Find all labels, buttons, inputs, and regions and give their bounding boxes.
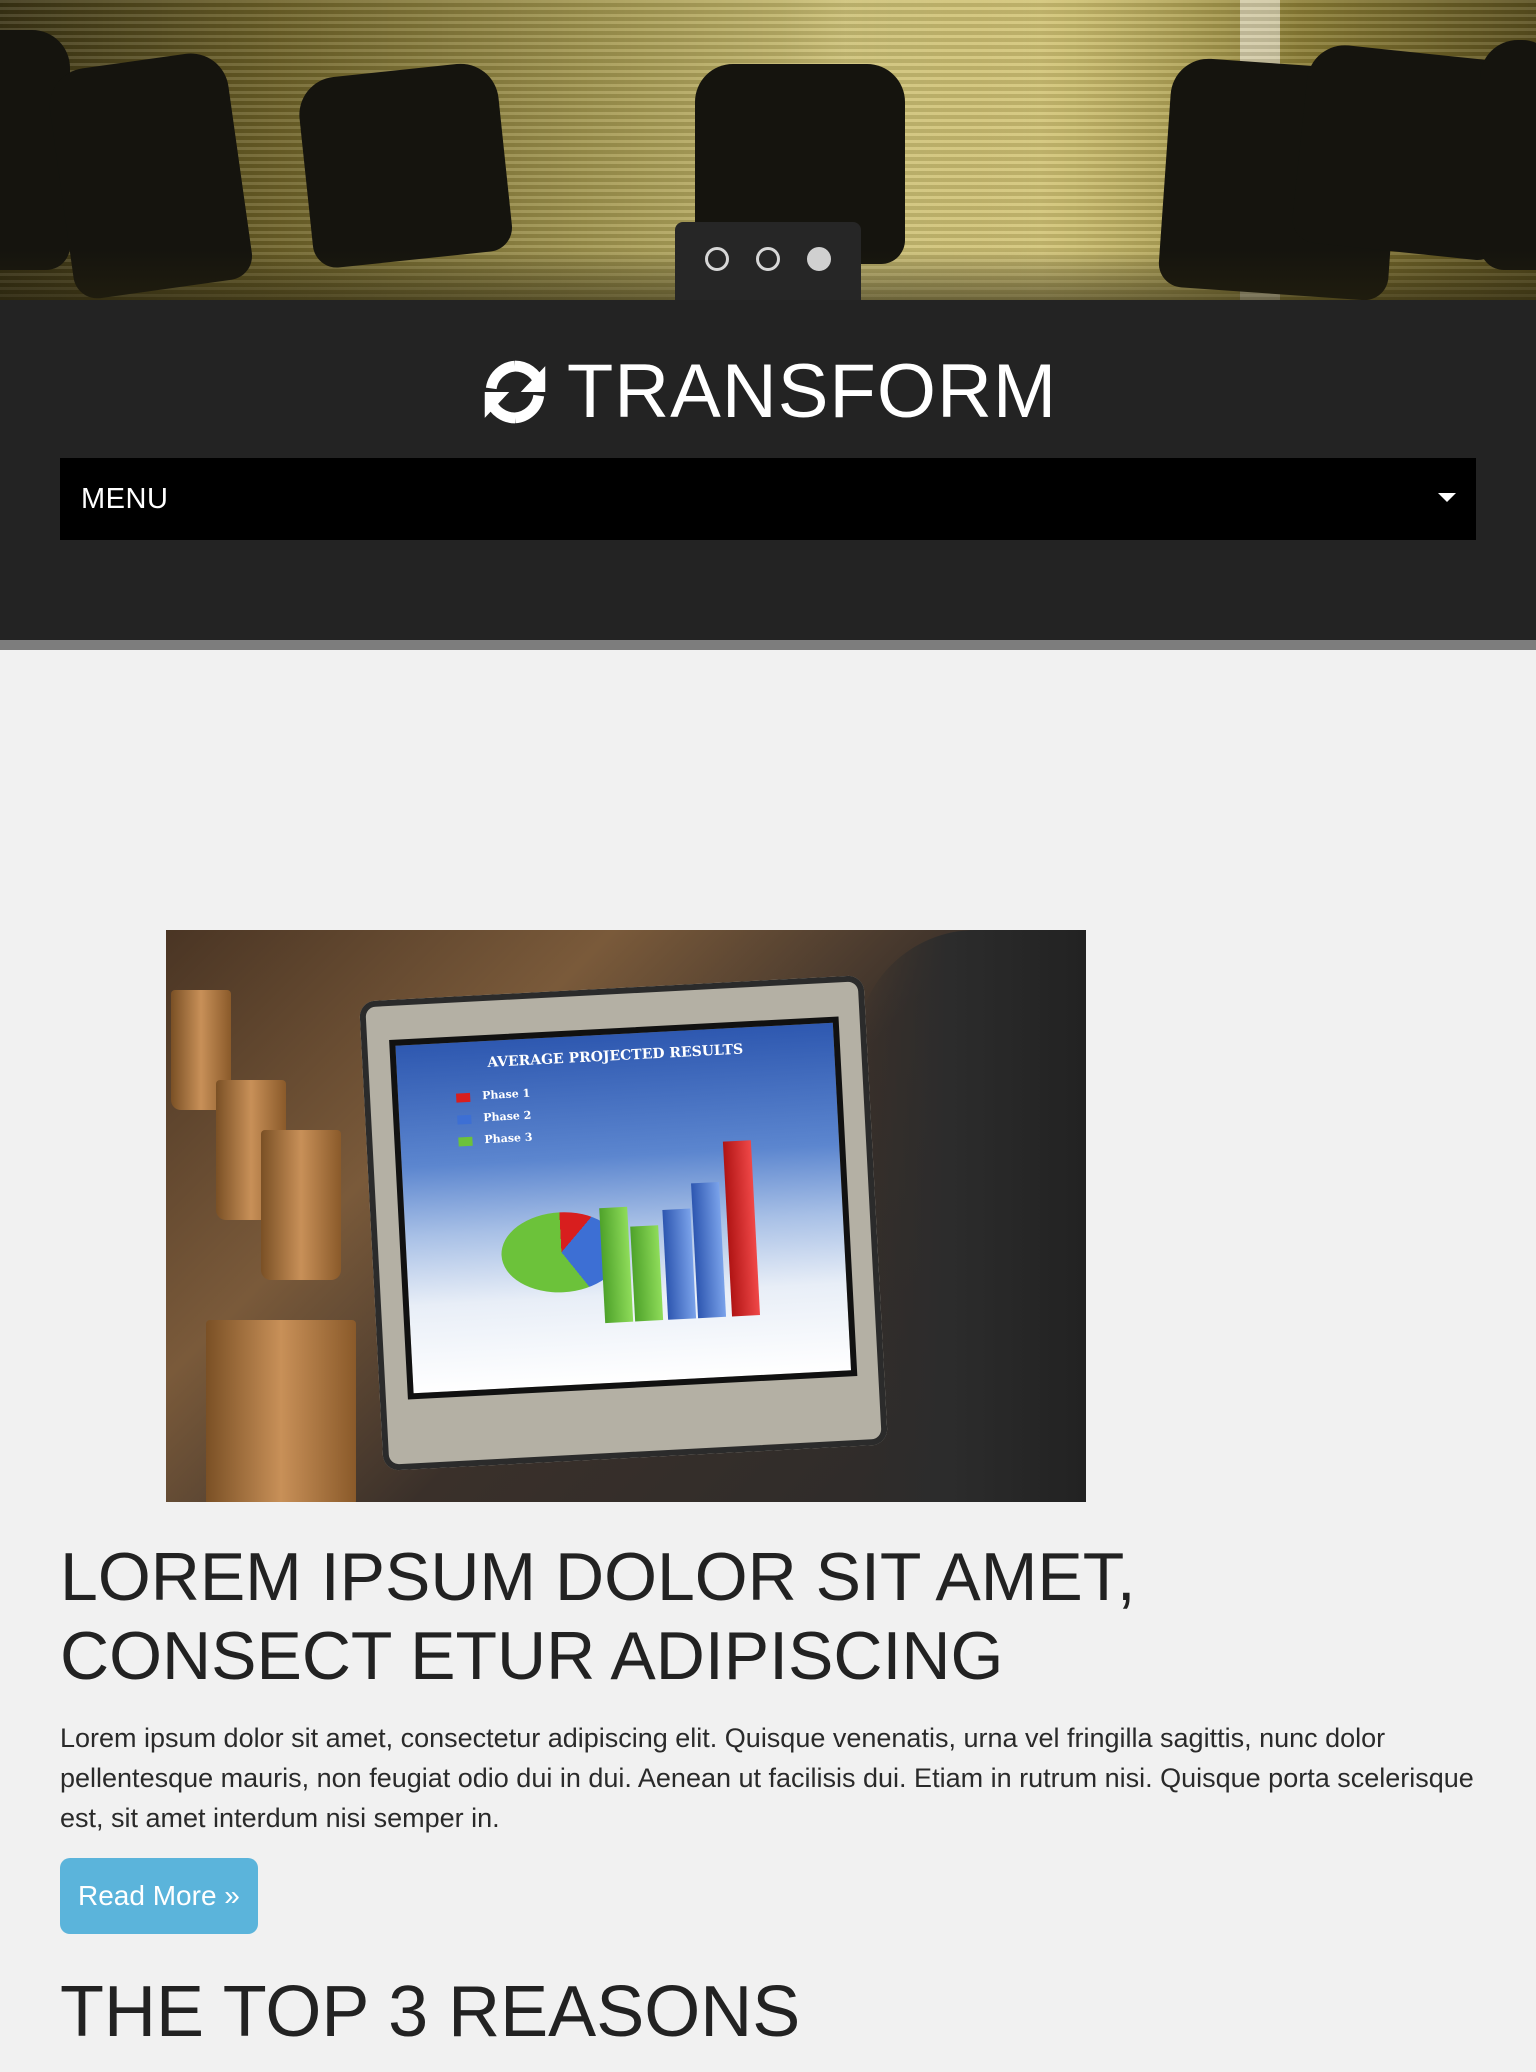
header-divider <box>0 640 1536 650</box>
brand-name: TRANSFORM <box>566 349 1058 434</box>
chair-silhouette <box>1480 40 1536 270</box>
person-sleeve <box>856 930 1086 1502</box>
slider-dot-3[interactable] <box>807 247 831 271</box>
chair-silhouette <box>295 60 515 270</box>
slider-pagination <box>675 222 861 300</box>
screen-legend-item: Phase 2 <box>457 1109 532 1126</box>
screen-chart-title: AVERAGE PROJECTED RESULTS <box>486 1041 744 1071</box>
screen-bar <box>630 1225 664 1322</box>
screen-bar <box>722 1140 761 1317</box>
screen-legend-item: Phase 3 <box>458 1131 533 1148</box>
caret-down-icon <box>1438 493 1456 502</box>
screen-bar <box>599 1206 634 1324</box>
slider-dot-1[interactable] <box>705 247 729 271</box>
menu-toggle[interactable]: MENU <box>60 458 1476 540</box>
read-more-button[interactable]: Read More » <box>60 1858 258 1934</box>
menu-label: MENU <box>81 483 169 515</box>
screen-bar <box>662 1208 697 1320</box>
brand[interactable]: TRANSFORM <box>0 354 1536 433</box>
screen-bar <box>691 1181 727 1319</box>
slider-dot-2[interactable] <box>756 247 780 271</box>
coffee-cup <box>206 1320 356 1502</box>
screen-legend-item: Phase 1 <box>455 1087 530 1104</box>
laptop: AVERAGE PROJECTED RESULTS Phase 1 Phase … <box>359 975 888 1471</box>
top-reasons-heading: THE TOP 3 REASONS <box>60 1972 801 2052</box>
coffee-cup <box>261 1130 341 1280</box>
article-headline: LOREM IPSUM DOLOR SIT AMET, CONSECT ETUR… <box>60 1539 1136 1694</box>
article-body: Lorem ipsum dolor sit amet, consectetur … <box>60 1723 1474 1833</box>
hero-slider <box>0 0 1536 300</box>
site-header: TRANSFORM MENU <box>0 300 1536 640</box>
laptop-screen: AVERAGE PROJECTED RESULTS Phase 1 Phase … <box>389 1016 858 1400</box>
refresh-icon <box>479 356 551 428</box>
article-image: AVERAGE PROJECTED RESULTS Phase 1 Phase … <box>166 930 1086 1502</box>
